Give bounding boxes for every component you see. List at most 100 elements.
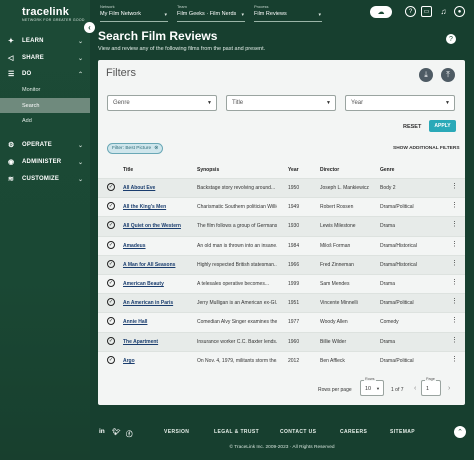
table-row[interactable]: ✓ American Beauty A telesales operative be… bbox=[98, 274, 465, 293]
filter-chip-label: Filter: Best Picture bbox=[112, 146, 152, 151]
column-header-year[interactable]: Year bbox=[288, 167, 299, 173]
row-title-link[interactable]: All Quiet on the Western bbox=[123, 223, 195, 229]
sidebar-subitem-search[interactable]: Search bbox=[0, 98, 90, 113]
check-circle-icon[interactable]: ✓ bbox=[107, 221, 115, 230]
check-circle-icon[interactable]: ✓ bbox=[107, 259, 115, 268]
title-select[interactable]: Title ▼ bbox=[226, 95, 336, 111]
page-help-icon[interactable]: ? bbox=[446, 34, 456, 44]
sidebar-item-administer[interactable]: ◉ ADMINISTER ⌄ bbox=[0, 154, 90, 170]
check-circle-icon[interactable]: ✓ bbox=[107, 298, 115, 307]
page-description: View and review any of the following fil… bbox=[98, 46, 266, 52]
sidebar-item-do[interactable]: ☰ DO ⌃ bbox=[0, 66, 90, 82]
more-vertical-icon[interactable]: ⋮ bbox=[451, 201, 458, 209]
footer-link-careers[interactable]: CAREERS bbox=[340, 429, 367, 435]
table-row[interactable]: ✓ The Apartment Insurance worker C.C. Baxt… bbox=[98, 331, 465, 351]
table-row[interactable]: ✓ All About Eve Backstage story revolving … bbox=[98, 178, 465, 198]
row-title-link[interactable]: All the King's Men bbox=[123, 204, 195, 210]
cloud-menu-button[interactable]: ☁ bbox=[370, 6, 392, 18]
table-row[interactable]: ✓ A Man for All Seasons Highly respected B… bbox=[98, 254, 465, 274]
table-row[interactable]: ✓ All the King's Men Charismatic Southern … bbox=[98, 197, 465, 216]
column-header-title[interactable]: Title bbox=[123, 167, 133, 173]
footer-link-sitemap[interactable]: SITEMAP bbox=[390, 429, 415, 435]
user-avatar-icon[interactable]: ● bbox=[454, 6, 465, 17]
rows-per-page-select[interactable]: Rows 10 ▼ bbox=[360, 377, 384, 396]
check-circle-icon[interactable]: ✓ bbox=[107, 202, 115, 211]
tracelink-logo[interactable]: tracelink NETWORK FOR GREATER GOOD bbox=[22, 6, 85, 22]
column-header-genre[interactable]: Genre bbox=[380, 167, 394, 173]
sidebar-item-share[interactable]: ◁ SHARE ⌄ bbox=[0, 50, 90, 66]
year-select[interactable]: Year ▼ bbox=[345, 95, 455, 111]
team-select[interactable]: Team Film Geeks · Film Nerds ▾ bbox=[177, 4, 245, 22]
gear-icon: ⚙ bbox=[8, 142, 15, 149]
sidebar-item-customize[interactable]: ≋ CUSTOMIZE ⌄ bbox=[0, 171, 90, 187]
notification-bell-icon[interactable]: ♫ bbox=[438, 6, 449, 17]
row-director: Fred Zinneman bbox=[320, 261, 354, 268]
page-input[interactable]: Page 1 bbox=[421, 377, 441, 396]
check-circle-icon[interactable]: ✓ bbox=[107, 240, 115, 249]
more-vertical-icon[interactable]: ⋮ bbox=[451, 355, 458, 363]
table-row[interactable]: ✓ All Quiet on the Western The film follow… bbox=[98, 216, 465, 236]
genre-select[interactable]: Genre ▼ bbox=[107, 95, 217, 111]
sidebar: tracelink NETWORK FOR GREATER GOOD ✦ LEA… bbox=[0, 0, 90, 460]
row-title-link[interactable]: All About Eve bbox=[123, 185, 195, 191]
row-title-link[interactable]: A Man for All Seasons bbox=[123, 262, 195, 268]
title-select-placeholder: Title bbox=[232, 100, 244, 106]
footer-link-legal[interactable]: LEGAL & TRUST bbox=[214, 429, 259, 435]
check-circle-icon[interactable]: ✓ bbox=[107, 336, 115, 345]
twitter-icon[interactable]: 🐦︎ bbox=[112, 428, 120, 436]
linkedin-icon[interactable]: in bbox=[99, 428, 105, 435]
more-vertical-icon[interactable]: ⋮ bbox=[451, 240, 458, 248]
collapse-sidebar-button[interactable]: ‹ bbox=[84, 22, 95, 33]
check-circle-icon[interactable]: ✓ bbox=[107, 279, 115, 287]
sidebar-subitem-add[interactable]: Add bbox=[0, 113, 90, 128]
check-circle-icon[interactable]: ✓ bbox=[107, 183, 115, 191]
footer-link-version[interactable]: VERSION bbox=[164, 429, 189, 435]
logo-tagline: NETWORK FOR GREATER GOOD bbox=[22, 18, 85, 22]
row-title-link[interactable]: Annie Hall bbox=[123, 319, 195, 325]
footer-link-contact[interactable]: CONTACT US bbox=[280, 429, 316, 435]
more-vertical-icon[interactable]: ⋮ bbox=[451, 182, 458, 190]
row-title-link[interactable]: Amadeus bbox=[123, 243, 195, 249]
check-circle-icon[interactable]: ✓ bbox=[107, 355, 115, 364]
table-row[interactable]: ✓ An American in Paris Jerry Mulligan is a… bbox=[98, 293, 465, 313]
more-vertical-icon[interactable]: ⋮ bbox=[451, 259, 458, 267]
more-vertical-icon[interactable]: ⋮ bbox=[451, 297, 458, 305]
reset-button[interactable]: RESET bbox=[403, 124, 421, 130]
filters-title: Filters bbox=[106, 67, 136, 79]
active-filter-chip[interactable]: Filter: Best Picture ⊗ bbox=[107, 143, 164, 154]
row-title-link[interactable]: The Apartment bbox=[123, 339, 195, 345]
column-header-synopsis[interactable]: Synopsis bbox=[197, 167, 219, 173]
apply-button[interactable]: APPLY bbox=[429, 120, 456, 132]
download-icon[interactable]: ⤓ bbox=[419, 68, 433, 82]
scroll-to-top-button[interactable]: ⌃ bbox=[454, 426, 466, 438]
row-genre: Comedy bbox=[380, 319, 399, 326]
column-header-director[interactable]: Director bbox=[320, 167, 339, 173]
check-circle-icon[interactable]: ✓ bbox=[107, 317, 115, 326]
table-row[interactable]: ✓ Annie Hall Comedian Alvy Singer examines… bbox=[98, 312, 465, 331]
page-box-label: Page bbox=[425, 377, 436, 381]
show-additional-filters-link[interactable]: SHOW ADDITIONAL FILTERS bbox=[393, 146, 460, 151]
chat-icon[interactable]: ▭ bbox=[421, 6, 432, 17]
more-vertical-icon[interactable]: ⋮ bbox=[451, 278, 458, 286]
sidebar-subitem-monitor[interactable]: Monitor bbox=[0, 82, 90, 97]
close-icon[interactable]: ⊗ bbox=[154, 146, 158, 151]
more-vertical-icon[interactable]: ⋮ bbox=[451, 220, 458, 228]
sidebar-item-operate[interactable]: ⚙ OPERATE ⌄ bbox=[0, 137, 90, 153]
process-select[interactable]: Process Film Reviews ▾ bbox=[254, 4, 322, 22]
table-row[interactable]: ✓ Amadeus An old man is thrown into an ins… bbox=[98, 235, 465, 255]
next-page-icon[interactable]: › bbox=[448, 385, 450, 392]
upload-icon[interactable]: ⤒ bbox=[441, 68, 455, 82]
row-title-link[interactable]: An American in Paris bbox=[123, 300, 195, 306]
help-icon[interactable]: ? bbox=[405, 6, 416, 17]
network-select-value: My Film Network bbox=[100, 11, 141, 17]
row-genre: Drama/Political bbox=[380, 204, 414, 211]
more-vertical-icon[interactable]: ⋮ bbox=[451, 316, 458, 324]
network-select[interactable]: Network My Film Network ▾ bbox=[100, 4, 168, 22]
table-row[interactable]: ✓ Argo On Nov. 4, 1979, militants storm th… bbox=[98, 350, 465, 370]
row-title-link[interactable]: American Beauty bbox=[123, 281, 195, 287]
facebook-icon[interactable]: ⓕ bbox=[126, 428, 133, 438]
sidebar-item-learn[interactable]: ✦ LEARN ⌄ bbox=[0, 33, 90, 49]
more-vertical-icon[interactable]: ⋮ bbox=[451, 336, 458, 344]
row-title-link[interactable]: Argo bbox=[123, 358, 195, 364]
previous-page-icon[interactable]: ‹ bbox=[414, 385, 416, 392]
